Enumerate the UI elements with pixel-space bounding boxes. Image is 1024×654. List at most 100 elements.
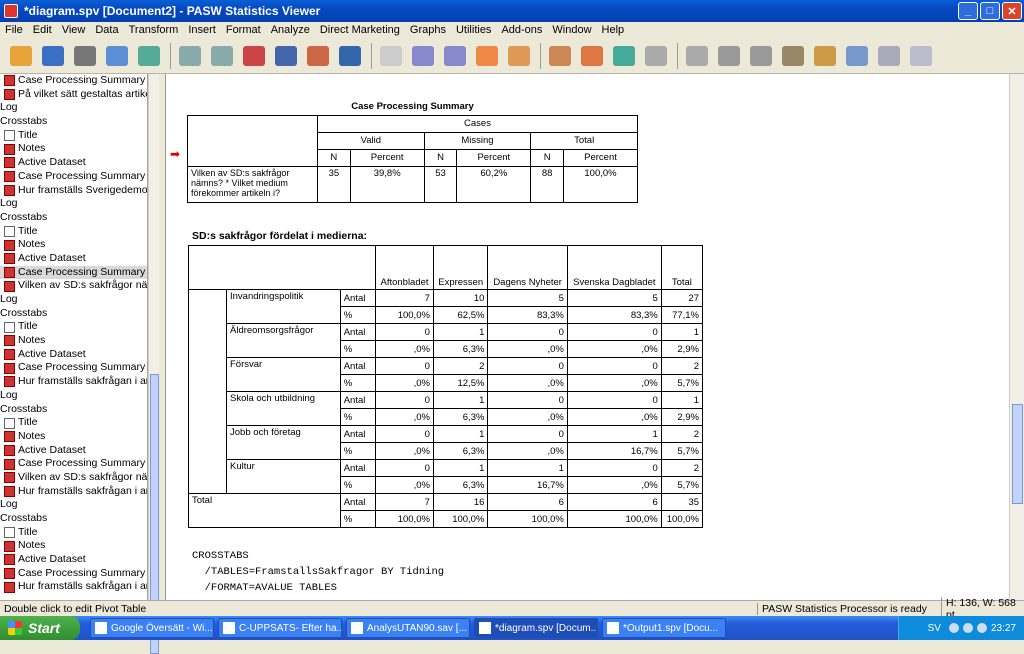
menu-format[interactable]: Format <box>221 24 266 36</box>
minimize-button[interactable]: _ <box>958 2 978 20</box>
undo-button[interactable] <box>207 42 237 70</box>
open-button[interactable] <box>6 42 36 70</box>
outline-item[interactable]: Title <box>0 526 147 540</box>
outline-item[interactable]: Crosstabs <box>0 211 147 225</box>
outline-item[interactable]: Case Processing Summary <box>0 457 147 471</box>
percent-header: Percent <box>456 148 532 167</box>
use-sets-button[interactable] <box>577 42 607 70</box>
outline-item[interactable]: Notes <box>0 142 147 156</box>
back-button[interactable] <box>682 42 712 70</box>
outline-item[interactable]: Active Dataset <box>0 252 147 266</box>
outline-item[interactable]: Crosstabs <box>0 512 147 526</box>
outline-item[interactable]: Case Processing Summary <box>0 170 147 184</box>
outline-item[interactable]: Hur framställs Sverigedemok <box>0 184 147 198</box>
maximize-button[interactable]: □ <box>980 2 1000 20</box>
dialog-recall-icon <box>179 45 201 66</box>
outline-item[interactable]: Hur framställs sakfrågan i ar <box>0 485 147 499</box>
outline-item[interactable]: Active Dataset <box>0 444 147 458</box>
goto-variable-button[interactable] <box>303 42 333 70</box>
select-cases-button[interactable] <box>504 42 534 70</box>
taskbar-button[interactable]: *Output1.spv [Docu... <box>602 618 726 638</box>
export-button[interactable] <box>134 42 164 70</box>
forward-button[interactable] <box>714 42 744 70</box>
find-button[interactable] <box>408 42 438 70</box>
menu-edit[interactable]: Edit <box>28 24 57 36</box>
outline-item[interactable]: Notes <box>0 430 147 444</box>
outline-item[interactable]: Notes <box>0 539 147 553</box>
redo-button[interactable] <box>239 42 269 70</box>
outline-item[interactable]: Title <box>0 129 147 143</box>
outline-item[interactable]: Active Dataset <box>0 348 147 362</box>
outline-item[interactable]: På vilket sätt gestaltas artikel <box>0 88 147 102</box>
menu-file[interactable]: File <box>0 24 28 36</box>
start-button[interactable]: Start <box>0 616 80 640</box>
menu-view[interactable]: View <box>57 24 91 36</box>
outline-item[interactable]: Hur framställs sakfrågan i ar <box>0 375 147 389</box>
outline-scrollbar[interactable] <box>148 74 159 654</box>
outline-item[interactable]: Log <box>0 293 147 307</box>
menu-insert[interactable]: Insert <box>183 24 221 36</box>
outline-item[interactable]: Vilken av SD:s sakfrågor näm <box>0 471 147 485</box>
value-labels-button[interactable] <box>545 42 575 70</box>
menu-graphs[interactable]: Graphs <box>405 24 451 36</box>
close-button[interactable]: ✕ <box>1002 2 1022 20</box>
outline-item[interactable]: Case Processing Summary <box>0 265 147 280</box>
outline-item[interactable]: Title <box>0 225 147 239</box>
outline-item[interactable]: Log <box>0 101 147 115</box>
dialog-recall-button[interactable] <box>175 42 205 70</box>
collapse-button[interactable] <box>778 42 808 70</box>
output-scrollbar[interactable] <box>1009 74 1024 600</box>
variables-button[interactable] <box>376 42 406 70</box>
outline-item[interactable]: Crosstabs <box>0 307 147 321</box>
show-button[interactable] <box>810 42 840 70</box>
split-file-button[interactable] <box>440 42 470 70</box>
outline-item[interactable]: Active Dataset <box>0 156 147 170</box>
menu-window[interactable]: Window <box>547 24 596 36</box>
outline-item[interactable]: Title <box>0 320 147 334</box>
language-indicator[interactable]: SV <box>928 623 941 634</box>
crosstab-table[interactable]: Aftonbladet Expressen Dagens Nyheter Svensk… <box>187 245 704 528</box>
menu-analyze[interactable]: Analyze <box>266 24 315 36</box>
outline-item[interactable]: Title <box>0 416 147 430</box>
outline-item[interactable]: Log <box>0 498 147 512</box>
print-button[interactable] <box>70 42 100 70</box>
outline-item[interactable]: Active Dataset <box>0 553 147 567</box>
show-all-button[interactable] <box>609 42 639 70</box>
outline-item[interactable]: Notes <box>0 238 147 252</box>
outline-item[interactable]: Case Processing Summary <box>0 567 147 581</box>
taskbar-button[interactable]: AnalysUTAN90.sav [... <box>346 618 470 638</box>
outline-item[interactable]: Log <box>0 389 147 403</box>
network-icon[interactable] <box>948 623 959 633</box>
preview-button[interactable] <box>102 42 132 70</box>
designated-window-button[interactable] <box>641 42 671 70</box>
menu-utilities[interactable]: Utilities <box>451 24 496 36</box>
outline-item[interactable]: Crosstabs <box>0 403 147 417</box>
output-scroll-thumb[interactable] <box>1012 404 1023 504</box>
menu-direct-marketing[interactable]: Direct Marketing <box>315 24 405 36</box>
outline-item[interactable]: Log <box>0 197 147 211</box>
menu-add-ons[interactable]: Add-ons <box>496 24 547 36</box>
outline-item[interactable]: Notes <box>0 334 147 348</box>
volume-icon[interactable] <box>962 623 973 633</box>
outline-item[interactable]: Case Processing Summary <box>0 361 147 375</box>
hide-button[interactable] <box>842 42 872 70</box>
expand-button[interactable] <box>746 42 776 70</box>
insert-title-button[interactable] <box>906 42 936 70</box>
security-icon[interactable] <box>976 623 987 633</box>
insert-cases-button[interactable] <box>335 42 365 70</box>
taskbar-button[interactable]: *diagram.spv [Docum... <box>474 618 598 638</box>
menu-transform[interactable]: Transform <box>124 24 184 36</box>
goto-case-button[interactable] <box>271 42 301 70</box>
taskbar-button[interactable]: Google Översätt - Wi... <box>90 618 214 638</box>
weight-cases-button[interactable] <box>472 42 502 70</box>
taskbar-button[interactable]: C-UPPSATS- Efter ha... <box>218 618 342 638</box>
insert-heading-button[interactable] <box>874 42 904 70</box>
case-processing-table[interactable]: Case Processing Summary Cases Valid Missi… <box>187 98 638 203</box>
outline-item[interactable]: Case Processing Summary <box>0 74 147 88</box>
menu-data[interactable]: Data <box>90 24 123 36</box>
outline-item[interactable]: Vilken av SD:s sakfrågor näm <box>0 279 147 293</box>
outline-item[interactable]: Crosstabs <box>0 115 147 129</box>
menu-help[interactable]: Help <box>597 24 630 36</box>
save-button[interactable] <box>38 42 68 70</box>
outline-item[interactable]: Hur framställs sakfrågan i ar <box>0 580 147 594</box>
